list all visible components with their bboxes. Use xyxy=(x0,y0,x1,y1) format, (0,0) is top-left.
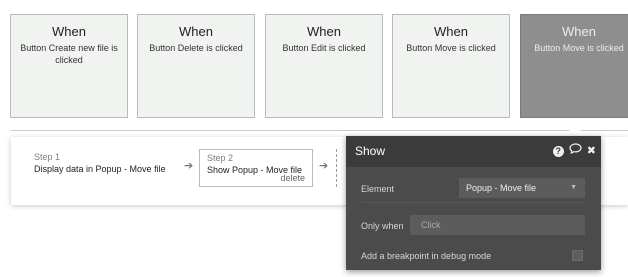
step-1[interactable]: Step 1 Display data in Popup - Move file xyxy=(34,152,166,174)
event-card-edit[interactable]: When Button Edit is clicked xyxy=(265,14,383,118)
comment-icon[interactable] xyxy=(569,136,582,167)
element-dropdown[interactable]: Popup - Move file ▼ xyxy=(459,178,585,198)
help-icon[interactable]: ? xyxy=(552,146,564,157)
step-number: Step 1 xyxy=(34,152,61,162)
event-description: Button Move is clicked xyxy=(406,43,496,53)
arrow-right-icon: ➔ xyxy=(184,160,194,172)
event-when-label: When xyxy=(307,24,341,39)
add-step-placeholder[interactable] xyxy=(336,149,344,187)
event-when-label: When xyxy=(52,24,86,39)
step-number: Step 2 xyxy=(207,153,234,163)
element-label: Element xyxy=(361,184,395,194)
breakpoint-checkbox[interactable] xyxy=(572,250,583,261)
element-dropdown-value: Popup - Move file xyxy=(466,183,537,193)
close-icon[interactable]: ✖ xyxy=(587,136,596,167)
breakpoint-label: Add a breakpoint in debug mode xyxy=(361,251,492,261)
only-when-input[interactable]: Click xyxy=(410,215,585,235)
selected-event-pointer xyxy=(569,124,581,131)
event-when-label: When xyxy=(562,24,596,39)
event-card-create-new-file[interactable]: When Button Create new file is clicked xyxy=(10,14,128,118)
step-2[interactable]: Step 2 Show Popup - Move file delete xyxy=(199,149,313,187)
step-title: Display data in Popup - Move file xyxy=(34,164,166,174)
event-description: Button Delete is clicked xyxy=(149,43,243,53)
event-description: Button Move is clicked xyxy=(534,43,624,53)
event-when-label: When xyxy=(179,24,213,39)
panel-title: Show xyxy=(355,144,386,158)
delete-step-link[interactable]: delete xyxy=(280,173,305,183)
panel-divider xyxy=(361,202,586,203)
arrow-right-icon: ➔ xyxy=(319,160,329,172)
only-when-label: Only when xyxy=(361,221,404,231)
event-card-move-selected[interactable]: When Button Move is clicked xyxy=(520,14,628,118)
event-card-delete[interactable]: When Button Delete is clicked xyxy=(137,14,255,118)
timeline-divider xyxy=(11,130,628,131)
event-card-move[interactable]: When Button Move is clicked xyxy=(392,14,510,118)
event-bar: When Button Create new file is clicked W… xyxy=(0,0,628,130)
action-properties-panel: Show ? ✖ Element Popup - Move file ▼ Onl… xyxy=(346,136,601,270)
event-description: Button Create new file is clicked xyxy=(20,43,118,65)
event-description: Button Edit is clicked xyxy=(282,43,366,53)
panel-header: Show ? ✖ xyxy=(346,136,601,167)
event-when-label: When xyxy=(434,24,468,39)
chevron-down-icon: ▼ xyxy=(570,184,577,191)
